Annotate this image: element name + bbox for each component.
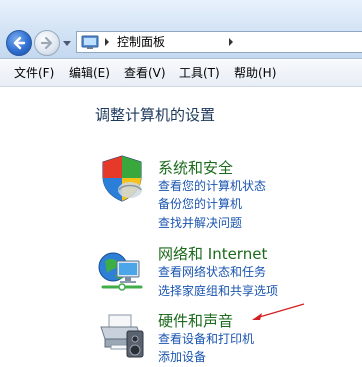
navigation-bar: 控制面板 xyxy=(0,0,362,59)
breadcrumb-arrow-icon[interactable] xyxy=(227,37,235,47)
shield-icon[interactable] xyxy=(97,153,147,203)
forward-button[interactable] xyxy=(34,30,60,56)
link-view-computer-status[interactable]: 查看您的计算机状态 xyxy=(158,179,266,193)
category-network-internet-heading[interactable]: 网络和 Internet xyxy=(158,243,267,264)
breadcrumb-arrow-icon[interactable] xyxy=(103,37,111,47)
link-add-device[interactable]: 添加设备 xyxy=(158,350,206,364)
address-bar[interactable]: 控制面板 xyxy=(76,31,362,53)
link-view-devices-printers[interactable]: 查看设备和打印机 xyxy=(158,332,254,346)
menu-file[interactable]: 文件(F) xyxy=(14,66,54,80)
menu-view[interactable]: 查看(V) xyxy=(124,66,166,80)
link-homegroup-sharing[interactable]: 选择家庭组和共享选项 xyxy=(158,284,278,298)
control-panel-icon xyxy=(81,35,99,49)
menu-edit[interactable]: 编辑(E) xyxy=(69,66,110,80)
back-button[interactable] xyxy=(6,30,32,56)
arrow-left-icon xyxy=(13,36,26,50)
recent-pages-dropdown-icon[interactable] xyxy=(62,36,72,50)
category-system-security-heading[interactable]: 系统和安全 xyxy=(158,157,233,178)
menu-help[interactable]: 帮助(H) xyxy=(234,66,276,80)
menu-bar: 文件(F) 编辑(E) 查看(V) 工具(T) 帮助(H) xyxy=(0,60,362,87)
arrow-right-icon xyxy=(40,36,53,50)
network-globe-icon[interactable] xyxy=(97,247,147,297)
page-title: 调整计算机的设置 xyxy=(95,106,216,124)
menu-tools[interactable]: 工具(T) xyxy=(179,66,220,80)
breadcrumb-control-panel[interactable]: 控制面板 xyxy=(117,34,165,50)
link-backup-computer[interactable]: 备份您的计算机 xyxy=(158,197,242,211)
printer-speaker-icon[interactable] xyxy=(97,309,147,359)
category-hardware-sound-heading[interactable]: 硬件和声音 xyxy=(158,310,233,331)
link-view-network-status[interactable]: 查看网络状态和任务 xyxy=(158,265,266,279)
annotation-arrow-icon xyxy=(252,303,305,320)
link-find-fix-problems[interactable]: 查找并解决问题 xyxy=(158,216,242,230)
